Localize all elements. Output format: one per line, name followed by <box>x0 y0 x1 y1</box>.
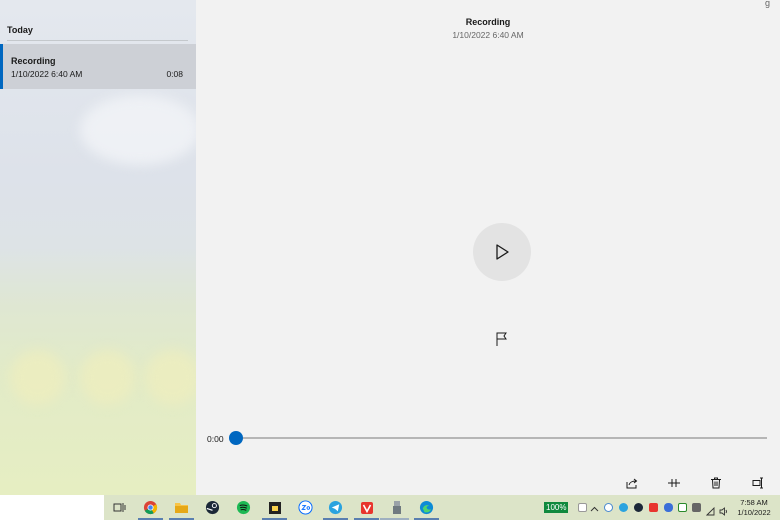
group-divider <box>7 40 188 41</box>
steam-icon[interactable] <box>204 499 221 516</box>
pen-icon[interactable] <box>578 503 587 512</box>
trim-icon <box>668 479 680 487</box>
recording-duration: 0:08 <box>166 69 183 79</box>
clock-time: 7:58 AM <box>740 498 768 507</box>
recording-name: Recording <box>11 56 56 66</box>
edge-icon[interactable] <box>418 499 435 516</box>
flag-icon <box>496 332 507 346</box>
system-clock[interactable]: 7:58 AM 1/10/2022 <box>733 498 775 518</box>
share-button[interactable] <box>625 476 639 490</box>
telegram-tray-icon[interactable] <box>619 503 628 512</box>
vivaldi-tray-icon[interactable] <box>649 503 658 512</box>
recording-timestamp: 1/10/2022 6:40 AM <box>452 30 524 40</box>
security-icon[interactable] <box>678 503 687 512</box>
recording-date: 1/10/2022 6:40 AM <box>11 69 83 79</box>
taskbar: 100% 7:58 AM 1/10/2022 <box>0 495 780 520</box>
battery-percent-badge[interactable]: 100% <box>544 502 569 513</box>
add-marker-button[interactable] <box>495 331 509 347</box>
rename-icon <box>752 477 763 489</box>
wallpaper-blur <box>80 350 135 405</box>
recordings-sidebar: Today Recording 1/10/2022 6:40 AM 0:08 <box>0 0 196 495</box>
task-view-icon[interactable] <box>111 499 128 516</box>
chrome-icon[interactable] <box>142 499 159 516</box>
show-hidden-icons-icon[interactable] <box>590 501 599 519</box>
group-header-today: Today <box>7 25 33 35</box>
device-tray-icon[interactable] <box>692 503 701 512</box>
window-corner-glyph: g <box>764 0 770 8</box>
play-icon <box>496 244 509 260</box>
volume-icon[interactable] <box>719 503 728 516</box>
spotify-icon[interactable] <box>235 499 252 516</box>
file-explorer-icon[interactable] <box>173 499 190 516</box>
play-button[interactable] <box>473 223 531 281</box>
current-time: 0:00 <box>207 434 224 444</box>
wallpaper-blur <box>145 350 196 405</box>
seek-track[interactable] <box>236 437 767 439</box>
usb-app-icon[interactable] <box>388 499 405 516</box>
telegram-icon[interactable] <box>327 499 344 516</box>
wifi-icon[interactable] <box>705 503 715 516</box>
selection-indicator <box>0 44 3 89</box>
clock-date: 1/10/2022 <box>737 508 771 517</box>
vivaldi-icon[interactable] <box>358 499 375 516</box>
wallpaper-blur <box>10 350 65 405</box>
recording-list-item[interactable]: Recording 1/10/2022 6:40 AM 0:08 <box>0 44 196 89</box>
wallpaper-blur <box>80 95 196 165</box>
delete-icon <box>711 477 721 489</box>
steam-tray-icon[interactable] <box>634 503 643 512</box>
sticky-notes-icon[interactable] <box>266 499 283 516</box>
rename-button[interactable] <box>751 476 765 490</box>
delete-button[interactable] <box>709 476 723 490</box>
onedrive-icon[interactable] <box>604 503 613 512</box>
bluetooth-icon[interactable] <box>664 503 673 512</box>
recording-title: Recording <box>465 17 511 27</box>
zalo-icon[interactable] <box>297 499 314 516</box>
share-icon <box>626 478 638 489</box>
taskbar-search-box[interactable] <box>0 495 104 520</box>
seek-thumb[interactable] <box>229 431 243 445</box>
playback-pane: g Recording 1/10/2022 6:40 AM 0:00 <box>196 0 780 495</box>
trim-button[interactable] <box>667 476 681 490</box>
